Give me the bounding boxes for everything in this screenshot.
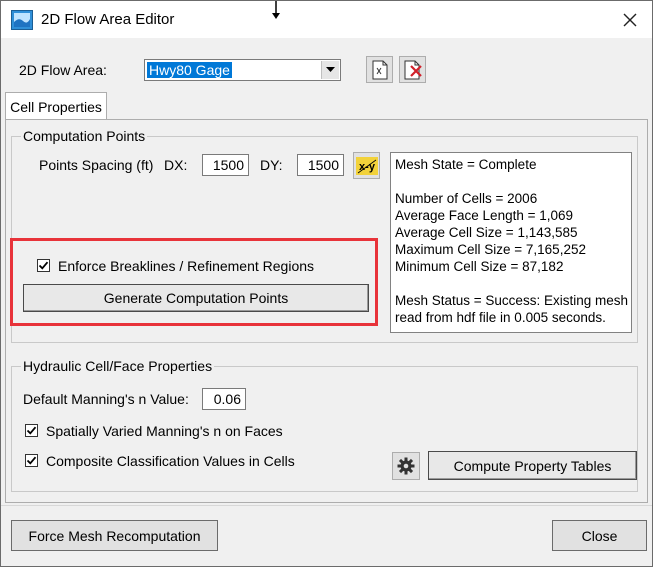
force-mesh-recomputation-button[interactable]: Force Mesh Recomputation	[11, 520, 218, 551]
mesh-status-line	[395, 275, 627, 292]
dx-label: DX:	[164, 157, 188, 173]
spatially-varied-mannings-label: Spatially Varied Manning's n on Faces	[46, 423, 283, 439]
hydraulic-properties-title: Hydraulic Cell/Face Properties	[21, 358, 215, 374]
flow-area-selected-value: Hwy80 Gage	[147, 62, 232, 78]
mesh-status-line: Number of Cells = 2006	[395, 191, 538, 206]
settings-button[interactable]	[392, 452, 420, 480]
mesh-status-line: Average Cell Size = 1,143,585	[395, 225, 578, 240]
close-window-button[interactable]	[607, 1, 652, 38]
mesh-status-line: Mesh State = Complete	[395, 157, 537, 172]
mesh-status-line	[395, 173, 627, 190]
tab-cell-properties[interactable]: Cell Properties	[5, 92, 107, 120]
checkmark-icon	[26, 456, 37, 465]
checkmark-icon	[26, 426, 37, 435]
dropdown-arrow[interactable]	[321, 61, 339, 79]
window-title: 2D Flow Area Editor	[41, 11, 175, 28]
close-icon	[623, 13, 636, 26]
mesh-status-line: Average Face Length = 1,069	[395, 208, 574, 223]
composite-classification-label: Composite Classification Values in Cells	[46, 453, 295, 469]
mouse-cursor-icon	[272, 1, 280, 19]
mannings-n-label: Default Manning's n Value:	[23, 391, 189, 407]
generate-computation-points-button[interactable]: Generate Computation Points	[23, 284, 369, 312]
new-flow-area-button[interactable]	[366, 56, 393, 83]
compute-property-tables-button[interactable]: Compute Property Tables	[428, 451, 637, 480]
mesh-status-box: Mesh State = Complete Number of Cells = …	[390, 152, 632, 333]
footer-divider	[1, 505, 652, 506]
xy-coordinates-icon: x-y	[355, 156, 378, 175]
highlight-box	[10, 238, 378, 326]
enforce-breaklines-label: Enforce Breaklines / Refinement Regions	[58, 258, 315, 274]
dy-label: DY:	[260, 157, 283, 173]
mesh-status-line: Minimum Cell Size = 87,182	[395, 259, 564, 274]
xy-points-button[interactable]: x-y	[353, 152, 380, 179]
points-spacing-label: Points Spacing (ft)	[39, 157, 154, 173]
computation-points-title: Computation Points	[21, 128, 148, 144]
svg-text:x-y: x-y	[359, 161, 376, 173]
delete-document-icon	[404, 60, 422, 79]
spatially-varied-mannings-checkbox[interactable]	[25, 424, 38, 437]
new-document-icon	[372, 60, 387, 79]
mesh-status-line: Maximum Cell Size = 7,165,252	[395, 242, 586, 257]
enforce-breaklines-checkbox[interactable]	[37, 259, 50, 272]
dy-input[interactable]: 1500	[297, 154, 344, 176]
mesh-status-line: Mesh Status = Success: Existing mesh	[395, 293, 628, 308]
flow-area-label: 2D Flow Area:	[19, 62, 107, 78]
title-bar: 2D Flow Area Editor	[1, 1, 652, 38]
checkmark-icon	[38, 261, 49, 270]
composite-classification-checkbox[interactable]	[25, 454, 38, 467]
mesh-status-line: read from hdf file in 0.005 seconds.	[395, 310, 606, 325]
mannings-n-input[interactable]: 0.06	[202, 388, 246, 410]
dialog-window: 2D Flow Area Editor 2D Flow Area: Hwy80 …	[0, 0, 653, 567]
delete-flow-area-button[interactable]	[399, 56, 426, 83]
app-icon	[11, 10, 33, 30]
flow-area-select[interactable]: Hwy80 Gage	[144, 59, 341, 81]
gear-icon	[397, 457, 415, 475]
close-button[interactable]: Close	[552, 520, 647, 551]
dx-input[interactable]: 1500	[202, 154, 249, 176]
chevron-down-icon	[326, 67, 335, 72]
